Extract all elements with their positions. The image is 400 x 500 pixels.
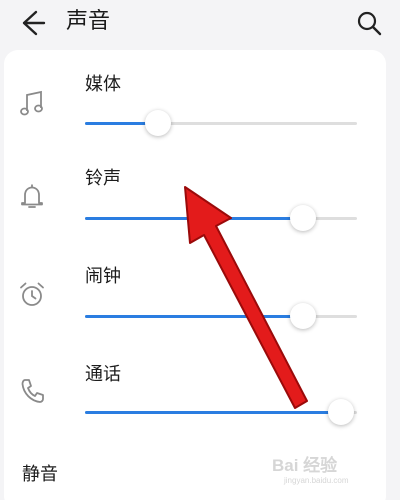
volume-row-media: 媒体: [4, 72, 386, 168]
search-icon: [357, 11, 382, 36]
call-volume-slider[interactable]: [85, 398, 357, 428]
mute-label[interactable]: 静音: [22, 460, 58, 486]
slider-thumb[interactable]: [289, 303, 316, 329]
volume-row-ringtone: 铃声: [4, 168, 386, 264]
volume-row-call: 通话: [4, 360, 386, 456]
volume-settings-card: 媒体 铃声 闹钟 通话 静音: [4, 50, 386, 500]
alarm-volume-label: 闹钟: [85, 266, 121, 287]
back-arrow-icon: [22, 10, 46, 36]
call-volume-label: 通话: [85, 364, 121, 385]
slider-thumb[interactable]: [145, 110, 172, 136]
phone-icon: [21, 379, 44, 403]
ringtone-volume-label: 铃声: [85, 168, 121, 189]
media-volume-slider[interactable]: [85, 109, 357, 139]
music-note-icon: [20, 90, 43, 116]
slider-fill: [85, 217, 303, 220]
bell-icon: [21, 184, 43, 208]
back-button[interactable]: [14, 6, 48, 40]
sound-settings-screen: 声音 媒体 铃声 闹钟 通话 静音 Bai 经验 jingyan.baidu.c…: [0, 0, 400, 500]
slider-fill: [85, 315, 303, 318]
volume-row-alarm: 闹钟: [4, 264, 386, 360]
slider-fill: [85, 411, 341, 414]
search-button[interactable]: [352, 6, 386, 40]
header-bar: 声音: [0, 0, 400, 44]
alarm-volume-slider[interactable]: [85, 302, 357, 332]
ringtone-volume-slider[interactable]: [85, 204, 357, 234]
media-volume-label: 媒体: [85, 74, 121, 95]
alarm-clock-icon: [20, 282, 44, 306]
slider-thumb[interactable]: [327, 399, 354, 425]
page-title: 声音: [66, 9, 111, 34]
slider-thumb[interactable]: [289, 205, 316, 231]
